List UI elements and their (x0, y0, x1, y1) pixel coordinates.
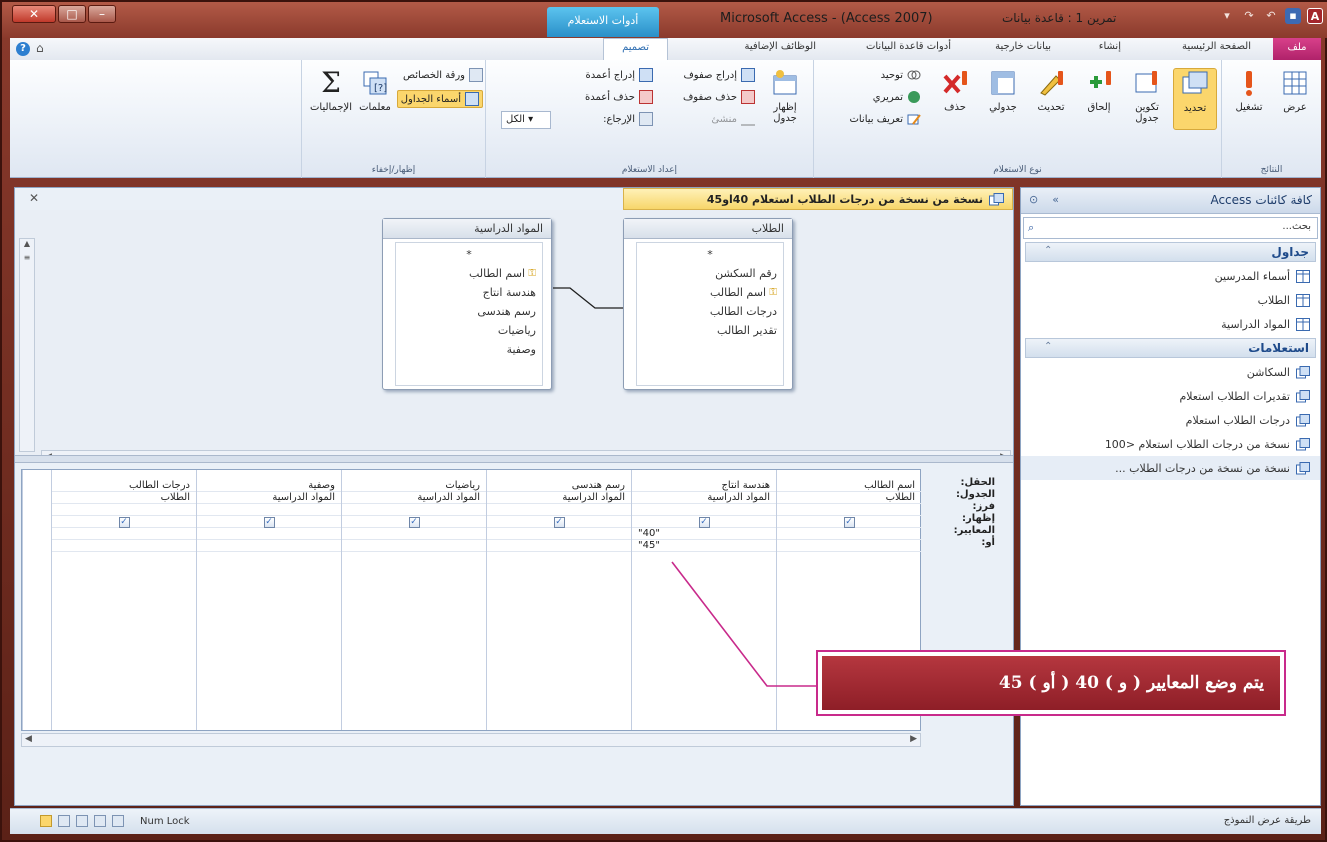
annotation-callout: يتم وضع المعايير ( و ) 40 ( أو ) 45 (816, 650, 1286, 716)
view-switcher: Num Lock (40, 815, 190, 827)
callout-leader-line (671, 561, 816, 687)
pivotchart-view-icon[interactable] (76, 815, 88, 827)
sql-view-icon[interactable] (58, 815, 70, 827)
callout-text: يتم وضع المعايير ( و ) 40 ( أو ) 45 (822, 656, 1280, 710)
design-view-icon[interactable] (40, 815, 52, 827)
datasheet-view-icon[interactable] (112, 815, 124, 827)
status-bar: Num Lock طريقة عرض النموذج (10, 808, 1321, 834)
status-text: طريقة عرض النموذج (1223, 815, 1311, 826)
num-lock-indicator: Num Lock (140, 815, 190, 827)
pivottable-view-icon[interactable] (94, 815, 106, 827)
app-window: ✕ □ – أدوات الاستعلام Microsoft Access -… (0, 0, 1327, 842)
